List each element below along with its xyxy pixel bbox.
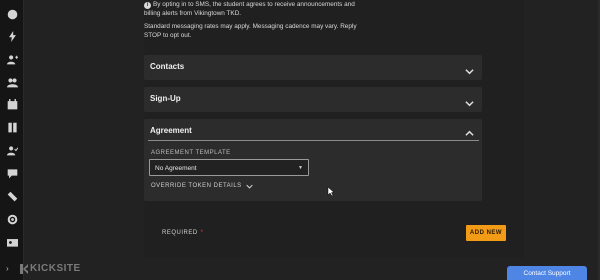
chevron-down-icon bbox=[246, 184, 253, 189]
override-token-details-label: OVERRIDE TOKEN DETAILS bbox=[151, 183, 242, 189]
section-agreement-header[interactable]: Agreement bbox=[144, 119, 482, 141]
kicksite-logo: KICKSITE bbox=[20, 263, 81, 274]
required-label: REQUIRED bbox=[162, 230, 198, 236]
chevron-up-icon bbox=[465, 125, 474, 136]
divider bbox=[148, 140, 479, 141]
section-contacts[interactable]: Contacts bbox=[144, 55, 482, 80]
section-agreement-title: Agreement bbox=[150, 126, 192, 135]
calendar-icon[interactable] bbox=[4, 96, 20, 112]
contact-support-button[interactable]: Contact Support bbox=[507, 266, 587, 280]
sms-rates-text: Standard messaging rates may apply. Mess… bbox=[144, 23, 357, 39]
chevron-down-icon bbox=[465, 95, 474, 107]
main-content: i By opting in to SMS, the student agrees… bbox=[24, 0, 600, 280]
lightning-icon[interactable] bbox=[4, 28, 20, 44]
override-token-details-toggle[interactable]: OVERRIDE TOKEN DETAILS bbox=[151, 181, 253, 191]
caret-down-icon: ▼ bbox=[298, 165, 303, 171]
mouse-pointer-icon bbox=[327, 184, 335, 197]
agreement-template-label: AGREEMENT TEMPLATE bbox=[151, 150, 231, 156]
dashboard-icon[interactable] bbox=[4, 6, 20, 22]
sms-consent-text: By opting in to SMS, the student agrees … bbox=[144, 1, 355, 17]
agreement-template-select[interactable]: No Agreement ▼ bbox=[149, 159, 309, 176]
section-agreement: Agreement AGREEMENT TEMPLATE No Agreemen… bbox=[144, 119, 482, 201]
brand-name: KICKSITE bbox=[30, 263, 81, 274]
chat-icon[interactable] bbox=[4, 165, 20, 181]
id-card-icon[interactable] bbox=[4, 234, 20, 250]
student-form: i By opting in to SMS, the student agrees… bbox=[144, 0, 524, 258]
ticket-icon[interactable] bbox=[4, 188, 20, 204]
app: i By opting in to SMS, the student agrees… bbox=[0, 0, 600, 280]
left-nav-rail bbox=[0, 0, 24, 280]
expand-nav-chevron-icon[interactable]: › bbox=[6, 264, 9, 273]
section-contacts-title: Contacts bbox=[150, 62, 185, 71]
section-signup[interactable]: Sign-Up bbox=[144, 87, 482, 112]
info-icon: i bbox=[144, 2, 151, 9]
form-footer: REQUIRED * ADD NEW bbox=[144, 214, 524, 254]
add-new-button[interactable]: ADD NEW bbox=[466, 225, 506, 241]
book-icon[interactable] bbox=[4, 119, 20, 135]
required-legend: REQUIRED * bbox=[162, 230, 204, 236]
section-signup-title: Sign-Up bbox=[150, 94, 181, 103]
agreement-template-value: No Agreement bbox=[155, 165, 197, 172]
users-icon[interactable] bbox=[4, 74, 20, 90]
kicksite-mark-icon bbox=[20, 263, 28, 274]
sms-consent-paragraph: i By opting in to SMS, the student agrees… bbox=[144, 0, 364, 18]
required-marker: * bbox=[200, 230, 204, 236]
target-icon[interactable] bbox=[4, 211, 20, 227]
add-user-icon[interactable] bbox=[4, 51, 20, 67]
user-check-icon[interactable] bbox=[4, 142, 20, 158]
chevron-down-icon bbox=[465, 63, 474, 75]
